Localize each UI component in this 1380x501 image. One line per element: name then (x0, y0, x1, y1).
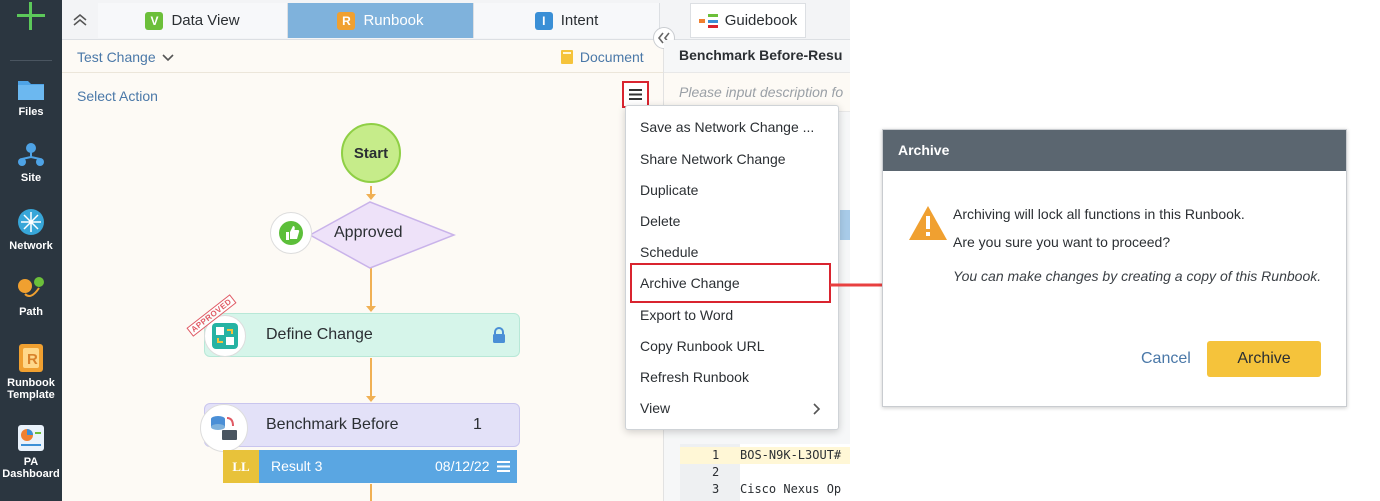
start-label: Start (353, 144, 389, 162)
dialog-message-line1: Archiving will lock all functions in thi… (953, 206, 1245, 222)
tab-intent[interactable]: I Intent (474, 3, 660, 38)
tab-runbook[interactable]: R Runbook (288, 3, 474, 38)
result-menu-icon[interactable] (497, 460, 510, 473)
result-title: Benchmark Before-Resu (679, 47, 843, 63)
warning-icon (909, 206, 947, 240)
tab-guidebook[interactable]: Guidebook (690, 3, 806, 38)
result-label: Result 3 (271, 458, 323, 474)
benchmark-label: Benchmark Before (266, 416, 399, 433)
nav-label: Path (19, 306, 43, 318)
result-badge: LL (223, 450, 259, 483)
line-number: 2 (712, 465, 720, 479)
add-icon[interactable] (16, 2, 46, 32)
menu-item-duplicate[interactable]: Duplicate (626, 175, 838, 206)
menu-item-copy-runbook-url[interactable]: Copy Runbook URL (626, 331, 838, 362)
intent-icon: I (534, 11, 553, 30)
site-icon (18, 143, 44, 166)
menu-item-view[interactable]: View (626, 393, 838, 424)
thumbs-up-icon (270, 212, 312, 254)
collapse-up-icon[interactable] (70, 10, 90, 30)
dialog-message-line2: Are you sure you want to proceed? (953, 234, 1171, 250)
chevron-right-icon (813, 403, 821, 415)
benchmark-icon (200, 404, 248, 452)
tab-label: Guidebook (724, 12, 798, 29)
nav-label: Network (9, 240, 53, 252)
code-view: 1 BOS-N9K-L3OUT# 2 3 Cisco Nexus Op (680, 444, 850, 501)
nav-item-pa-dashboard[interactable]: PA Dashboard (0, 424, 62, 480)
runbook-icon: R (337, 11, 356, 30)
nav-divider (10, 60, 52, 61)
scroll-marker (840, 210, 850, 240)
tab-label: Data View (171, 12, 240, 29)
menu-item-refresh-runbook[interactable]: Refresh Runbook (626, 362, 838, 393)
dialog-title: Archive (883, 130, 1346, 171)
benchmark-before-node[interactable]: Benchmark Before 1 (204, 403, 520, 447)
dashboard-icon (18, 425, 44, 451)
tab-bar: V Data View R Runbook I Intent Guidebook (62, 0, 850, 40)
archive-change-highlight (630, 263, 831, 303)
nav-label: Files (18, 106, 44, 118)
data-view-icon: V (145, 11, 164, 30)
result-row[interactable]: Result 3 08/12/22 (259, 450, 517, 483)
start-node[interactable]: Start (341, 123, 401, 183)
tab-label: Runbook (363, 12, 424, 29)
nav-item-network[interactable]: Network (0, 208, 62, 252)
runbook-template-icon: R (19, 344, 43, 372)
nav-label: Runbook Template (7, 377, 55, 401)
menu-item-share-network-change[interactable]: Share Network Change (626, 144, 838, 175)
folder-icon (18, 81, 44, 100)
menu-item-view-label: View (640, 400, 671, 416)
lock-icon (493, 327, 505, 343)
menu-item-delete[interactable]: Delete (626, 206, 838, 237)
guidebook-icon (698, 13, 718, 28)
nav-item-runbook-template[interactable]: R Runbook Template (0, 343, 62, 401)
nav-item-site[interactable]: Site (0, 142, 62, 184)
define-change-label: Define Change (266, 326, 373, 343)
network-icon (18, 209, 44, 235)
benchmark-count: 1 (473, 416, 482, 433)
path-icon (18, 277, 44, 297)
archive-button[interactable]: Archive (1207, 341, 1321, 377)
nav-label: PA Dashboard (2, 456, 60, 480)
cancel-button[interactable]: Cancel (1141, 350, 1191, 368)
runbook-panel: Test Change Document Select Action Start… (62, 40, 664, 501)
nav-label: Site (20, 172, 42, 184)
menu-item-save-as-network-change[interactable]: Save as Network Change ... (626, 112, 838, 143)
result-date: 08/12/22 (435, 458, 490, 474)
define-change-node[interactable]: Define Change (204, 313, 520, 357)
code-line: Cisco Nexus Op (740, 482, 842, 496)
description-placeholder: Please input description fo (679, 84, 844, 100)
left-navigation: Files Site Network Path R Runbook Templa… (0, 0, 62, 501)
menu-item-export-to-word[interactable]: Export to Word (626, 300, 838, 331)
svg-text:R: R (27, 351, 38, 368)
code-line: BOS-N9K-L3OUT# (740, 448, 842, 462)
dialog-note: You can make changes by creating a copy … (953, 268, 1322, 284)
approved-label: Approved (334, 224, 403, 241)
nav-item-files[interactable]: Files (0, 76, 62, 118)
line-number: 1 (712, 448, 720, 462)
tab-data-view[interactable]: V Data View (98, 3, 288, 38)
tab-label: Intent (560, 12, 599, 29)
archive-dialog: Archive Archiving will lock all function… (882, 129, 1347, 407)
line-number: 3 (712, 482, 720, 496)
nav-item-path[interactable]: Path (0, 276, 62, 318)
